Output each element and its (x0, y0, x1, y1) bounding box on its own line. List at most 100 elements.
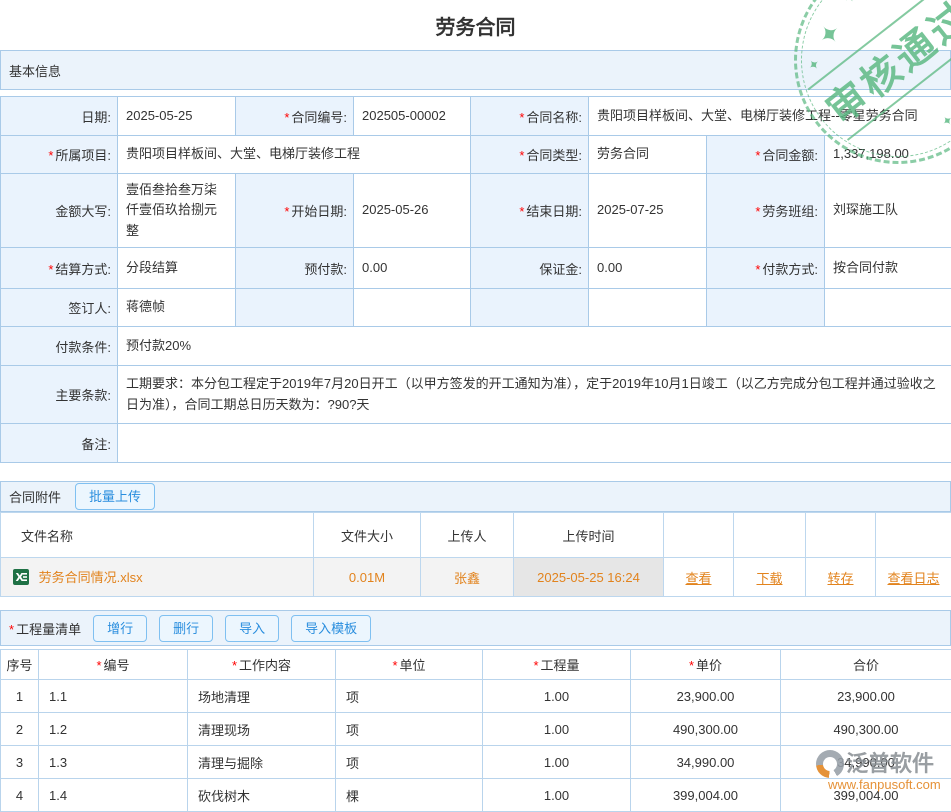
file-uploader-cell: 张鑫 (421, 558, 514, 597)
boq-quantity: 1.00 (483, 779, 631, 812)
boq-code: 1.1 (39, 680, 188, 713)
field-value-advance: 0.00 (354, 248, 471, 289)
required-marker: * (48, 148, 53, 163)
field-label-payment-terms: 付款条件: (1, 327, 118, 366)
required-marker: * (533, 658, 538, 673)
boq-unit: 棵 (336, 779, 483, 812)
required-marker: * (519, 204, 524, 219)
field-value-amount-words: 壹佰叁拾叁万柒仟壹佰玖拾捌元整 (118, 174, 236, 248)
view-file-link[interactable]: 查看 (685, 571, 711, 586)
file-name-link[interactable]: 劳务合同情况.xlsx (39, 570, 143, 585)
field-label-date: 日期: (1, 97, 118, 136)
required-marker: * (284, 110, 289, 125)
required-marker: * (519, 110, 524, 125)
field-label-remark: 备注: (1, 424, 118, 463)
column-header-unit: *单位 (336, 650, 483, 680)
boq-price: 490,300.00 (631, 713, 781, 746)
boq-total: 399,004.00 (781, 779, 951, 812)
required-marker: * (689, 658, 694, 673)
field-label-signer: 签订人: (1, 289, 118, 327)
column-header-empty (876, 513, 951, 558)
required-marker: * (9, 622, 14, 637)
field-value-deposit: 0.00 (589, 248, 707, 289)
column-header-uploader: 上传人 (421, 513, 514, 558)
field-label-contract-type: *合同类型: (471, 136, 589, 174)
table-row: 金额大写: 壹佰叁拾叁万柒仟壹佰玖拾捌元整 *开始日期: 2025-05-26 … (1, 174, 951, 248)
page-title: 劳务合同 (0, 0, 951, 50)
download-file-link[interactable]: 下载 (756, 571, 782, 586)
boq-content: 砍伐树木 (188, 779, 336, 812)
file-action-cell: 查看 (664, 558, 734, 597)
attachments-table: 文件名称 文件大小 上传人 上传时间 X 劳务合同情况.xlsx 0.01M 张… (0, 512, 951, 597)
boq-code: 1.4 (39, 779, 188, 812)
batch-upload-button[interactable]: 批量上传 (75, 483, 155, 510)
boq-price: 399,004.00 (631, 779, 781, 812)
boq-row: 2 1.2 清理现场 项 1.00 490,300.00 490,300.00 (1, 713, 951, 746)
field-label-payment-method: *付款方式: (707, 248, 825, 289)
required-marker: * (392, 658, 397, 673)
field-value-settlement: 分段结算 (118, 248, 236, 289)
file-upload-time-cell: 2025-05-25 16:24 (514, 558, 664, 597)
field-value-start-date: 2025-05-26 (354, 174, 471, 248)
field-value-end-date: 2025-07-25 (589, 174, 707, 248)
column-header-work-content: *工作内容 (188, 650, 336, 680)
boq-code: 1.2 (39, 713, 188, 746)
boq-total: 34,990.00 (781, 746, 951, 779)
file-name-cell: X 劳务合同情况.xlsx (1, 558, 314, 597)
attachments-header-row: 文件名称 文件大小 上传人 上传时间 (1, 513, 951, 558)
boq-quantity: 1.00 (483, 680, 631, 713)
file-action-cell: 下载 (734, 558, 806, 597)
field-value-main-clauses: 工期要求：本分包工程定于2019年7月20日开工（以甲方签发的开工通知为准），定… (118, 366, 951, 424)
basic-info-table: 日期: 2025-05-25 *合同编号: 202505-00002 *合同名称… (0, 96, 951, 463)
view-log-link[interactable]: 查看日志 (887, 571, 939, 586)
transfer-file-link[interactable]: 转存 (827, 571, 853, 586)
empty-value-cell (825, 289, 951, 327)
field-label-amount-words: 金额大写: (1, 174, 118, 248)
attachments-section-header: 合同附件 批量上传 (0, 481, 951, 512)
boq-seq: 2 (1, 713, 39, 746)
required-marker: * (232, 658, 237, 673)
delete-row-button[interactable]: 删行 (159, 615, 213, 642)
field-value-payment-method: 按合同付款 (825, 248, 951, 289)
boq-content: 场地清理 (188, 680, 336, 713)
boq-unit: 项 (336, 746, 483, 779)
column-header-file-size: 文件大小 (314, 513, 421, 558)
boq-unit: 项 (336, 713, 483, 746)
file-size-cell: 0.01M (314, 558, 421, 597)
required-marker: * (284, 204, 289, 219)
column-header-empty (806, 513, 876, 558)
empty-label-cell (707, 289, 825, 327)
column-header-upload-time: 上传时间 (514, 513, 664, 558)
field-value-project: 贵阳项目样板间、大堂、电梯厅装修工程 (118, 136, 471, 174)
boq-seq: 3 (1, 746, 39, 779)
required-marker: * (96, 658, 101, 673)
boq-row: 3 1.3 清理与掘除 项 1.00 34,990.00 34,990.00 (1, 746, 951, 779)
field-value-amount: 1,337,198.00 (825, 136, 951, 174)
empty-value-cell (354, 289, 471, 327)
boq-seq: 1 (1, 680, 39, 713)
column-header-file-name: 文件名称 (1, 513, 314, 558)
boq-total: 490,300.00 (781, 713, 951, 746)
table-row: 签订人: 蒋德帧 (1, 289, 951, 327)
field-label-main-clauses: 主要条款: (1, 366, 118, 424)
column-header-total-price: 合价 (781, 650, 951, 680)
column-header-unit-price: *单价 (631, 650, 781, 680)
column-header-code: *编号 (39, 650, 188, 680)
field-value-payment-terms: 预付款20% (118, 327, 951, 366)
basic-info-section-header: 基本信息 (0, 50, 951, 90)
column-header-seq: 序号 (1, 650, 39, 680)
import-template-button[interactable]: 导入模板 (291, 615, 371, 642)
add-row-button[interactable]: 增行 (93, 615, 147, 642)
column-header-empty (734, 513, 806, 558)
boq-section-title: *工程量清单 (9, 619, 81, 638)
import-button[interactable]: 导入 (225, 615, 279, 642)
boq-total: 23,900.00 (781, 680, 951, 713)
boq-unit: 项 (336, 680, 483, 713)
basic-info-section-title: 基本信息 (9, 61, 61, 80)
field-label-start-date: *开始日期: (236, 174, 354, 248)
field-value-labor-team: 刘琛施工队 (825, 174, 951, 248)
table-row: 备注: (1, 424, 951, 463)
boq-content: 清理与掘除 (188, 746, 336, 779)
boq-price: 23,900.00 (631, 680, 781, 713)
field-label-advance: 预付款: (236, 248, 354, 289)
